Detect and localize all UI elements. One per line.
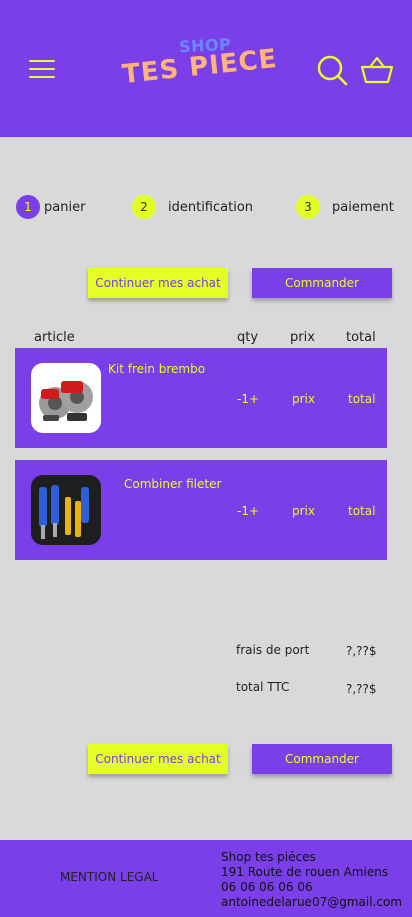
checkout-steps: 1 panier 2 identification 3 paiement xyxy=(0,195,412,219)
step-number: 3 xyxy=(296,195,320,219)
contact-email[interactable]: antoinedelarue07@gmail.com xyxy=(221,895,402,910)
column-header-article: article xyxy=(34,330,75,345)
quantity-stepper[interactable]: -1+ xyxy=(237,392,259,406)
total-value: ?,??$ xyxy=(346,682,377,696)
app-footer: MENTION LEGAL Shop tes piéces 191 Route … xyxy=(0,840,412,917)
order-button[interactable]: Commander xyxy=(252,744,392,774)
legal-mention-link[interactable]: MENTION LEGAL xyxy=(60,870,158,884)
contact-address: 191 Route de rouen Amiens xyxy=(221,865,389,879)
step-number: 2 xyxy=(132,195,156,219)
column-header-price: prix xyxy=(290,330,315,345)
hamburger-menu-icon[interactable] xyxy=(29,60,55,78)
step-label: identification xyxy=(168,199,254,215)
basket-icon[interactable] xyxy=(360,55,394,85)
cart-row[interactable]: Kit frein brembo -1+ prix total xyxy=(15,348,387,448)
total-label: total TTC xyxy=(236,680,290,694)
product-name[interactable]: Combiner fileter xyxy=(124,477,221,491)
continue-shopping-button[interactable]: Continuer mes achat xyxy=(88,268,228,298)
product-price: prix xyxy=(292,392,315,406)
product-total: total xyxy=(348,504,376,518)
logo-bottom-text: TES PIECE xyxy=(120,43,279,91)
product-total: total xyxy=(348,392,376,406)
step-label: panier xyxy=(44,199,86,215)
step-identification[interactable]: 2 identification xyxy=(132,195,253,219)
shipping-label: frais de port xyxy=(236,643,310,657)
contact-info: Shop tes piéces 191 Route de rouen Amien… xyxy=(221,850,402,910)
step-number: 1 xyxy=(16,195,40,219)
step-label: paiement xyxy=(332,199,394,215)
product-price: prix xyxy=(292,504,315,518)
column-header-total: total xyxy=(346,330,376,345)
shop-logo[interactable]: SHOP TES PIECE xyxy=(118,35,294,98)
app-header: SHOP TES PIECE xyxy=(0,0,412,137)
quantity-stepper[interactable]: -1+ xyxy=(237,504,259,518)
shipping-value: ?,??$ xyxy=(346,644,377,658)
column-header-qty: qty xyxy=(237,330,259,345)
step-cart[interactable]: 1 panier xyxy=(16,195,85,219)
cart-table-header: article qty prix total xyxy=(0,330,412,346)
cart-row[interactable]: Combiner fileter -1+ prix total xyxy=(15,460,387,560)
coilover-image xyxy=(31,475,101,545)
step-payment[interactable]: 3 paiement xyxy=(296,195,394,219)
continue-shopping-button[interactable]: Continuer mes achat xyxy=(88,744,228,774)
order-button[interactable]: Commander xyxy=(252,268,392,298)
product-name[interactable]: Kit frein brembo xyxy=(108,362,205,376)
contact-phone[interactable]: 06 06 06 06 06 xyxy=(221,880,402,895)
brake-kit-image xyxy=(31,363,101,433)
search-icon[interactable] xyxy=(316,54,348,86)
contact-shop-name: Shop tes piéces xyxy=(221,850,316,864)
